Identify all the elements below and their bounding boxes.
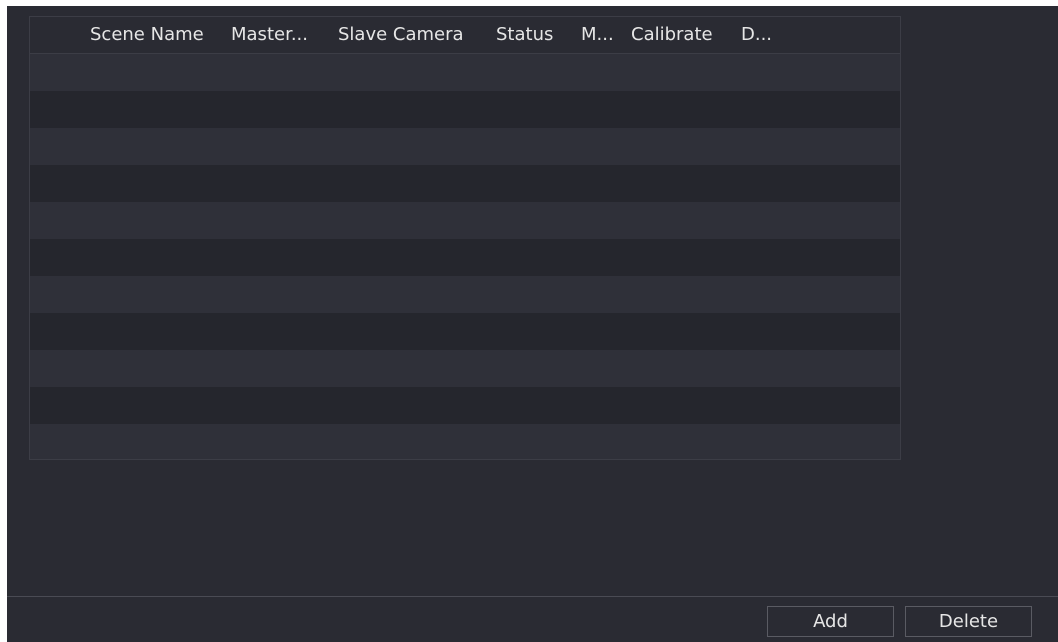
table-row bbox=[30, 387, 900, 424]
table-row bbox=[30, 54, 900, 91]
column-header-slave-camera[interactable]: Slave Camera bbox=[338, 17, 464, 53]
table-row bbox=[30, 202, 900, 239]
table-row bbox=[30, 276, 900, 313]
table-header: Scene Name Master... Slave Camera Status… bbox=[30, 17, 900, 54]
linkage-scene-panel: Scene Name Master... Slave Camera Status… bbox=[7, 6, 1058, 642]
table-row bbox=[30, 424, 900, 459]
table-row bbox=[30, 313, 900, 350]
column-header-scene-name[interactable]: Scene Name bbox=[90, 17, 204, 53]
column-header-calibrate[interactable]: Calibrate bbox=[631, 17, 713, 53]
delete-button[interactable]: Delete bbox=[905, 606, 1032, 637]
add-button[interactable]: Add bbox=[767, 606, 894, 637]
column-header-master-camera[interactable]: Master... bbox=[231, 17, 308, 53]
table-body bbox=[30, 54, 900, 459]
table-row bbox=[30, 128, 900, 165]
column-header-delete[interactable]: D... bbox=[741, 17, 772, 53]
table-row bbox=[30, 239, 900, 276]
column-header-modify[interactable]: M... bbox=[581, 17, 614, 53]
column-header-status[interactable]: Status bbox=[496, 17, 553, 53]
table-row bbox=[30, 91, 900, 128]
table-row bbox=[30, 350, 900, 387]
action-bar: Add Delete bbox=[7, 596, 1058, 642]
table-row bbox=[30, 165, 900, 202]
scene-table: Scene Name Master... Slave Camera Status… bbox=[29, 16, 901, 460]
